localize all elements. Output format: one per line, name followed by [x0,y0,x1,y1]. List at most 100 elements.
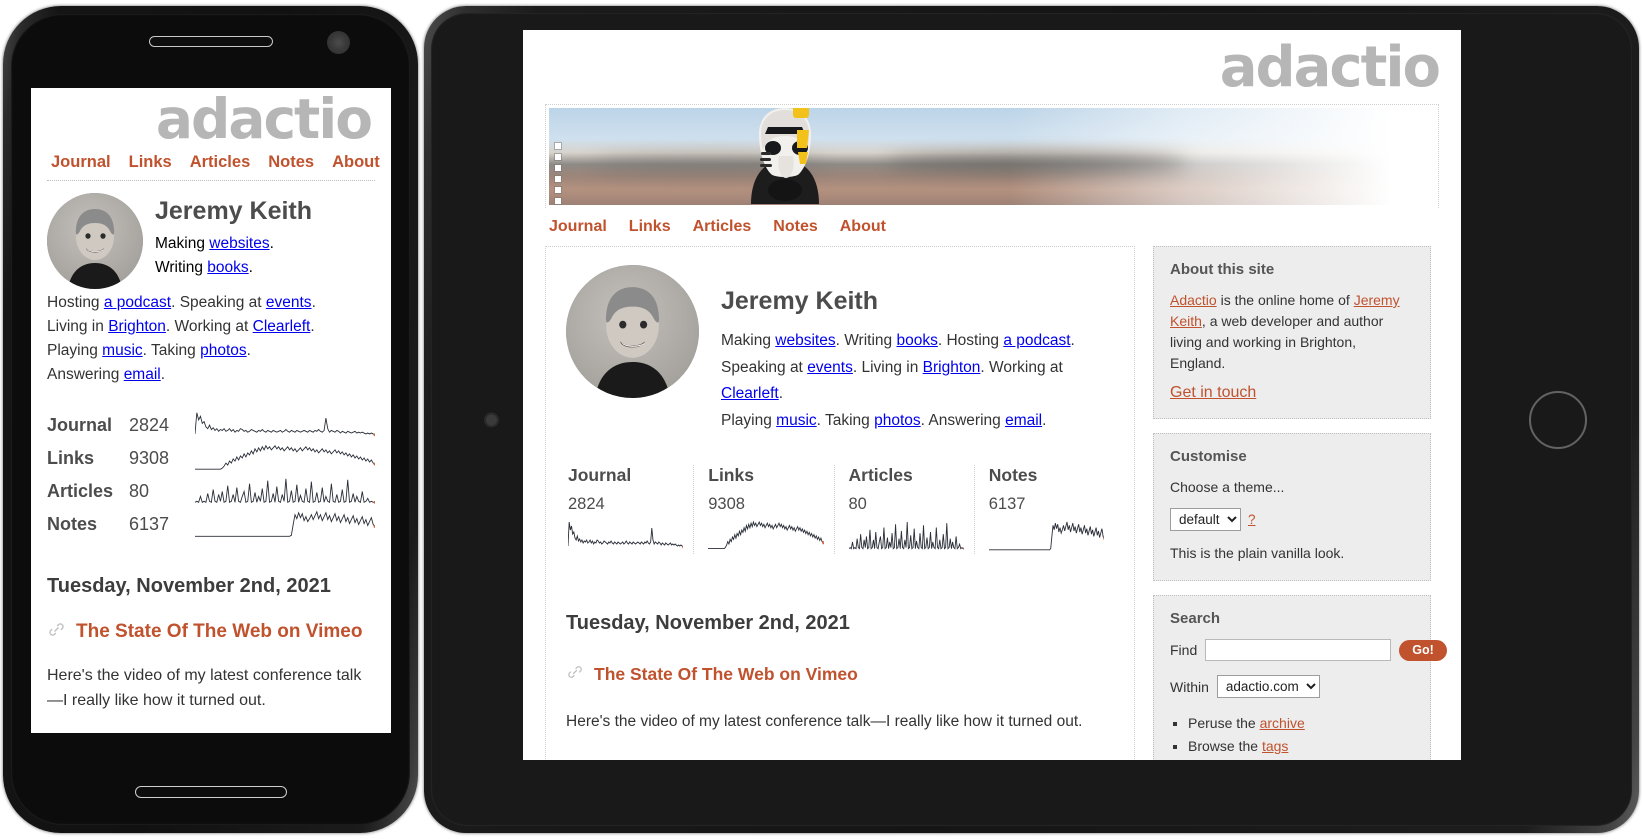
stat-count: 9308 [129,448,170,469]
entry-title-link[interactable]: The State Of The Web on Vimeo [76,621,362,643]
stat-row-notes: Notes 6137 [47,508,375,541]
inline-link[interactable]: music [102,342,142,359]
tags-link[interactable]: tags [1262,738,1288,754]
stat-label: Journal [47,415,113,436]
inline-link[interactable]: Adactio [1170,292,1217,308]
theme-label: Choose a theme... [1170,479,1285,495]
nav-item-notes[interactable]: Notes [773,218,817,236]
nav-item-journal[interactable]: Journal [51,153,111,172]
inline-link[interactable]: Brighton [923,359,981,376]
bio-line: Writing books. [155,259,253,277]
get-in-touch-link[interactable]: Get in touch [1170,384,1256,401]
inline-link[interactable]: a podcast [1003,332,1070,349]
archive-prefix: Peruse the [1188,715,1260,731]
responsive-devices-mockup: adactio Journal Links Articles Notes Abo… [0,0,1643,839]
inline-link[interactable]: Clearleft [253,318,311,335]
sidebar-search-box: Search Find Go! Within adactio.com ▪ Per… [1153,595,1447,760]
search-extra-links: Peruse the archive Browse the tags [1170,712,1414,758]
archive-link[interactable]: archive [1260,715,1305,731]
entry-title-row-tablet[interactable]: The State Of The Web on Vimeo [566,663,1114,686]
inline-link[interactable]: music [776,412,816,429]
film-perforation-strip [553,138,563,204]
nav-item-about[interactable]: About [840,218,886,236]
bio-line: Living in Brighton. Working at Clearleft… [47,318,315,336]
inline-link[interactable]: websites [209,235,269,252]
bio-line: Hosting a podcast. Speaking at events. [47,294,316,311]
inline-link[interactable]: events [807,359,853,376]
stormtrooper-banner-image [549,108,1435,205]
inline-link[interactable]: photos [200,342,247,359]
bio-line: Making websites. Writing books. Hosting … [721,332,1075,349]
sparkline-links [195,444,375,474]
search-input[interactable] [1205,639,1392,661]
within-label: Within [1170,678,1209,695]
search-go-button[interactable]: Go! [1399,639,1447,661]
stat-label: Notes [47,514,98,535]
stat-count: 80 [129,481,150,502]
link-icon [47,620,66,644]
primary-nav-phone[interactable]: Journal Links Articles Notes About [47,149,380,180]
stats-list-phone: Journal 2824 Links 9308 Articles 80 Note… [47,409,375,541]
stat-label: Journal [568,464,632,485]
nav-item-links[interactable]: Links [129,153,172,172]
profile-block-tablet: Jeremy Keith Making websites. Writing bo… [566,265,1114,435]
inline-link[interactable]: Brighton [108,318,166,335]
inline-link[interactable]: books [896,332,937,349]
stat-label: Links [47,448,95,469]
stat-cell-articles: Articles 80 [833,464,974,554]
phone-earpiece-speaker [148,36,273,47]
theme-help-link[interactable]: ? [1248,512,1256,527]
stat-row-links: Links 9308 [47,442,375,475]
primary-nav-tablet[interactable]: Journal Links Articles Notes About [545,208,1439,246]
search-within-row: Within adactio.com [1170,675,1414,698]
banner-blur-right [885,154,1187,171]
theme-chooser-row: default ? [1170,508,1414,531]
theme-select[interactable]: default [1170,508,1241,531]
stat-row-journal: Journal 2824 [47,409,375,442]
phone-viewport: adactio Journal Links Articles Notes Abo… [31,88,391,733]
nav-item-articles[interactable]: Articles [190,153,251,172]
entry-title-link[interactable]: The State Of The Web on Vimeo [594,664,858,685]
entry-intro-tablet: Here's the video of my latest conference… [566,712,1083,730]
inline-link[interactable]: a podcast [104,294,171,311]
stat-cell-links: Links 9308 [693,464,833,554]
search-scope-select[interactable]: adactio.com [1216,675,1320,698]
inline-link[interactable]: books [207,259,248,276]
nav-item-links[interactable]: Links [629,218,671,236]
nav-divider [47,180,375,181]
stat-label: Articles [47,481,114,502]
entry-date-tablet: Tuesday, November 2nd, 2021 [566,611,850,634]
phone-device: adactio Journal Links Articles Notes Abo… [3,6,418,833]
entry-title-row-phone[interactable]: The State Of The Web on Vimeo [47,620,375,644]
inline-link[interactable]: email [1005,412,1042,429]
search-heading: Search [1170,610,1221,627]
nav-item-articles[interactable]: Articles [693,218,752,236]
inline-link[interactable]: email [124,366,161,383]
nav-item-notes[interactable]: Notes [268,153,314,172]
tablet-device: adactio Journal Links Articles Notes Abo… [424,6,1639,833]
nav-item-about[interactable]: About [332,153,380,172]
profile-text-tablet: Jeremy Keith Making websites. Writing bo… [721,265,1114,435]
stats-row-tablet: Journal 2824 Links 9308 Articles 80 Note… [566,464,1114,554]
stat-count: 80 [848,494,867,513]
site-logo-tablet: adactio [1219,35,1441,100]
sidebar-about-box: About this site Adactio is the online ho… [1153,246,1431,419]
tablet-home-button[interactable] [1529,390,1587,449]
stormtrooper-figure [751,108,819,204]
inline-link[interactable]: websites [775,332,835,349]
inline-link[interactable]: photos [874,412,921,429]
site-logo-phone: adactio [155,88,373,151]
sidebar-column: About this site Adactio is the online ho… [1153,246,1447,760]
page-columns: Jeremy Keith Making websites. Writing bo… [545,246,1447,760]
sparkline-journal [568,520,684,554]
inline-link[interactable]: Clearleft [721,385,779,402]
sparkline-links [708,520,824,554]
nav-item-journal[interactable]: Journal [549,218,607,236]
profile-block-phone: Jeremy Keith Making websites. Writing bo… [47,189,375,289]
avatar [566,265,699,398]
customise-heading: Customise [1170,448,1247,465]
inline-link[interactable]: events [266,294,312,311]
stat-row-articles: Articles 80 [47,475,375,508]
bio-line: Playing music. Taking photos. [47,342,251,360]
bio-line: Speaking at events. Living in Brighton. … [721,358,1063,403]
